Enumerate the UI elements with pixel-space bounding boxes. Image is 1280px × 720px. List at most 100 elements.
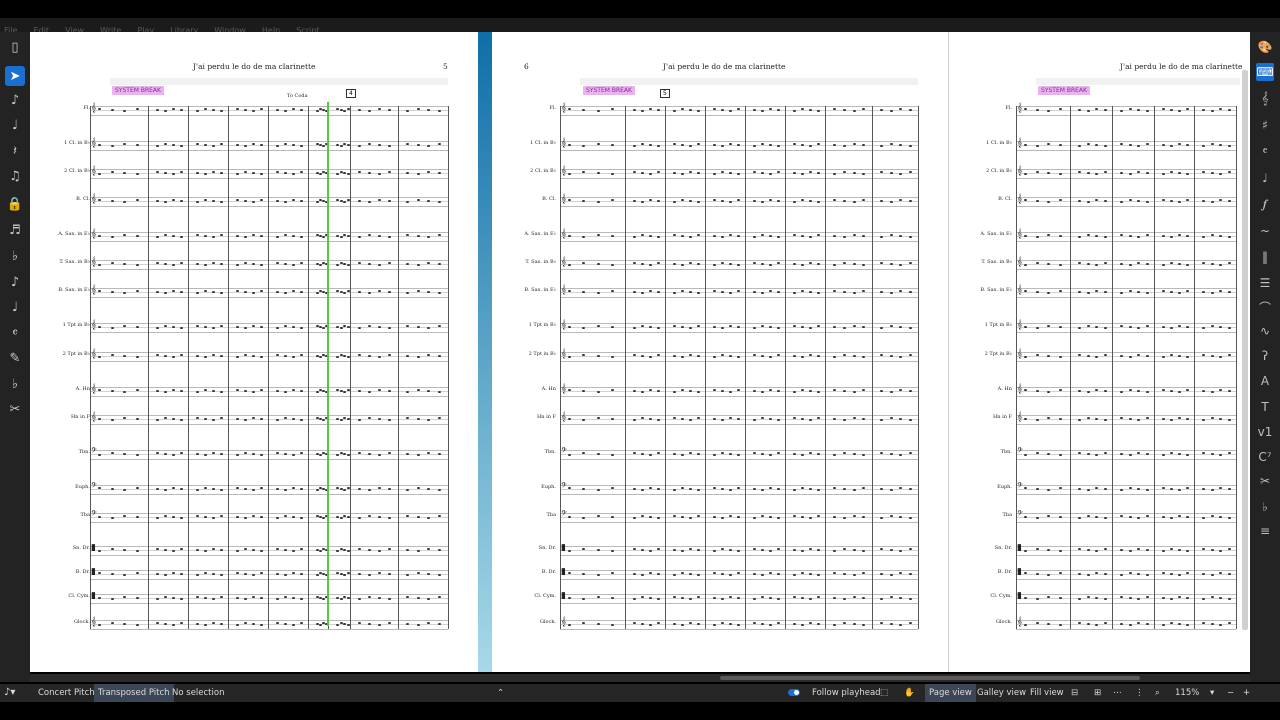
note[interactable] <box>1210 391 1214 393</box>
note[interactable] <box>236 290 239 292</box>
lyrics-icon[interactable]: v1 <box>1256 423 1274 441</box>
instrument-name[interactable]: B. Sax. in E♭ <box>952 287 1012 293</box>
note[interactable] <box>378 144 381 146</box>
note[interactable] <box>172 516 175 518</box>
note[interactable] <box>1210 489 1214 491</box>
note[interactable] <box>889 549 893 551</box>
clef-icon[interactable]: 𝄞 <box>1256 89 1274 107</box>
note[interactable] <box>641 201 644 203</box>
note[interactable] <box>761 515 764 517</box>
note[interactable] <box>220 355 223 357</box>
note[interactable] <box>761 391 764 393</box>
note[interactable] <box>1170 200 1173 202</box>
note[interactable] <box>1186 290 1189 292</box>
note[interactable] <box>406 453 409 455</box>
ornament-icon[interactable]: ~ <box>1256 222 1274 240</box>
note[interactable] <box>641 549 644 551</box>
note[interactable] <box>833 356 836 358</box>
note[interactable] <box>568 487 571 489</box>
note[interactable] <box>388 109 391 111</box>
note[interactable] <box>1095 173 1098 175</box>
note[interactable] <box>196 549 199 551</box>
note[interactable] <box>260 108 263 110</box>
note[interactable] <box>336 572 339 574</box>
note[interactable] <box>252 110 255 112</box>
barline[interactable] <box>398 106 399 629</box>
instrument-name[interactable]: 2 Cl. in B♭ <box>496 168 556 174</box>
note[interactable] <box>1145 515 1149 517</box>
note[interactable] <box>833 516 836 518</box>
note[interactable] <box>316 201 319 203</box>
note[interactable] <box>801 199 804 201</box>
note[interactable] <box>908 291 912 293</box>
note[interactable] <box>1120 489 1123 491</box>
layout-vertical-icon[interactable]: ⊞ <box>1094 684 1101 702</box>
note[interactable] <box>889 110 893 112</box>
note[interactable] <box>889 325 893 327</box>
note[interactable] <box>1210 325 1214 327</box>
note[interactable] <box>596 417 600 419</box>
note[interactable] <box>378 290 381 292</box>
note[interactable] <box>343 549 346 551</box>
note[interactable] <box>1186 108 1189 110</box>
note[interactable] <box>737 199 740 201</box>
note[interactable] <box>641 596 644 598</box>
note[interactable] <box>336 550 339 552</box>
note[interactable] <box>1095 199 1098 201</box>
note[interactable] <box>697 549 700 551</box>
note[interactable] <box>1145 355 1149 357</box>
note[interactable] <box>721 354 724 356</box>
note[interactable] <box>761 263 764 265</box>
note[interactable] <box>649 418 652 420</box>
note[interactable] <box>641 623 644 625</box>
note[interactable] <box>1219 454 1222 456</box>
note[interactable] <box>769 389 772 391</box>
note[interactable] <box>769 199 772 201</box>
note[interactable] <box>1219 389 1222 391</box>
zoom-in-button[interactable]: + <box>1243 684 1250 702</box>
note[interactable] <box>406 143 409 145</box>
note[interactable] <box>1024 624 1027 626</box>
note[interactable] <box>343 325 346 327</box>
note[interactable] <box>1210 234 1214 236</box>
staff[interactable] <box>90 260 448 270</box>
staff[interactable] <box>560 323 918 333</box>
note[interactable] <box>633 573 636 575</box>
note[interactable] <box>817 489 820 491</box>
note[interactable] <box>1086 596 1090 598</box>
note[interactable] <box>1202 622 1205 624</box>
instrument-name[interactable]: Tba <box>952 512 1012 518</box>
note[interactable] <box>1128 235 1132 237</box>
barline[interactable] <box>1236 106 1237 629</box>
note[interactable] <box>833 144 836 146</box>
note[interactable] <box>833 487 836 489</box>
note[interactable] <box>252 574 255 576</box>
note[interactable] <box>196 596 199 598</box>
note[interactable] <box>1145 325 1149 327</box>
note[interactable] <box>697 234 700 236</box>
note[interactable] <box>761 453 764 455</box>
note[interactable] <box>172 264 175 266</box>
note[interactable] <box>880 548 883 550</box>
note[interactable] <box>1170 327 1173 329</box>
note[interactable] <box>300 262 303 264</box>
note[interactable] <box>1078 573 1081 575</box>
note[interactable] <box>729 234 732 236</box>
note[interactable] <box>649 597 652 599</box>
instrument-name[interactable]: Hn in F <box>30 414 90 420</box>
note[interactable] <box>300 200 303 202</box>
note[interactable] <box>842 517 846 519</box>
note[interactable] <box>610 624 614 626</box>
note[interactable] <box>1137 622 1140 624</box>
note[interactable] <box>721 327 724 329</box>
note[interactable] <box>1024 597 1027 599</box>
note[interactable] <box>681 108 684 110</box>
note[interactable] <box>339 327 343 329</box>
note[interactable] <box>1078 262 1081 264</box>
note[interactable] <box>336 624 339 626</box>
note[interactable] <box>596 453 600 455</box>
note[interactable] <box>196 391 199 393</box>
barline[interactable] <box>1194 106 1195 629</box>
note[interactable] <box>721 622 724 624</box>
note[interactable] <box>681 572 684 574</box>
